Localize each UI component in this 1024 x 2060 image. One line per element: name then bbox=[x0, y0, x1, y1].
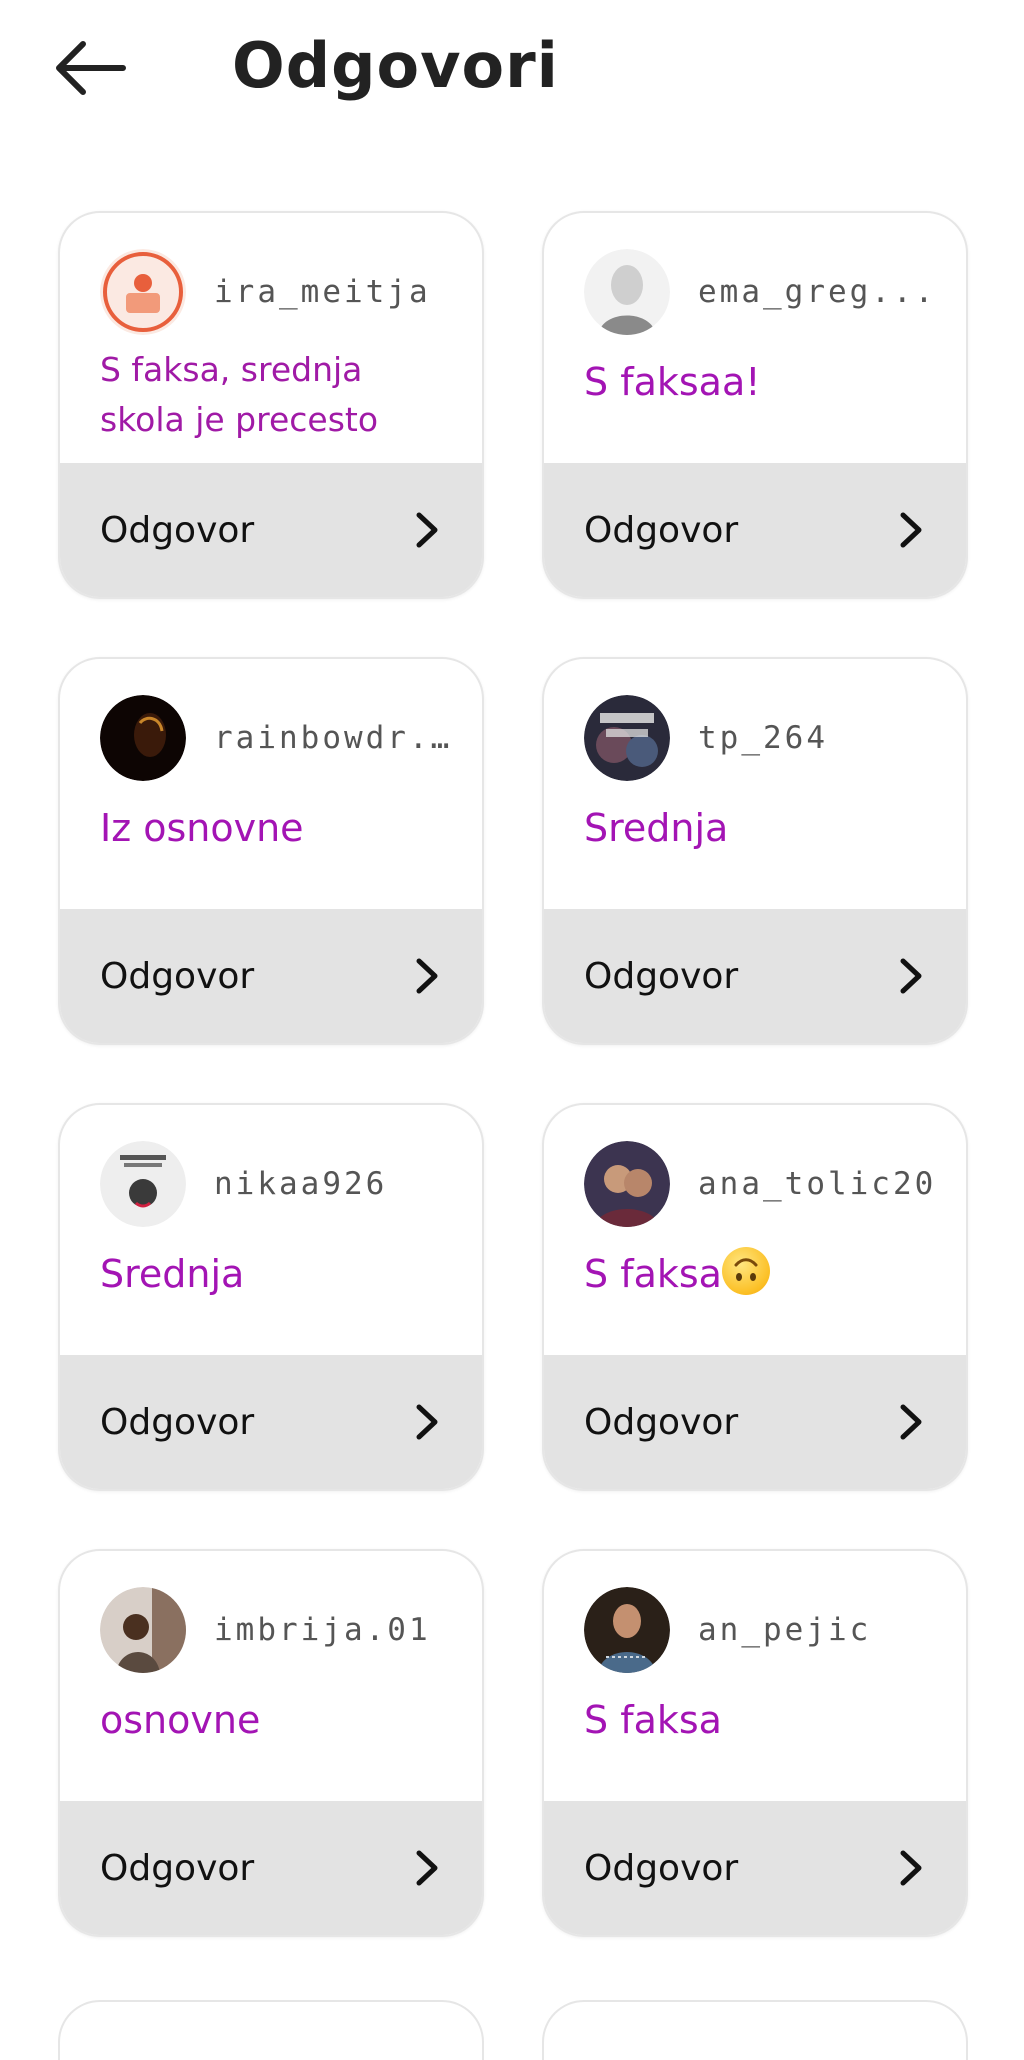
answer-card: ema_greg... S faksaa! Odgovor bbox=[542, 211, 968, 599]
reply-button[interactable]: Odgovor bbox=[544, 1801, 966, 1935]
answer-text: S faksa, srednja skola je precesto bbox=[100, 350, 379, 439]
username[interactable]: ira_meitja bbox=[214, 274, 431, 310]
answer-author[interactable]: tp_264 bbox=[584, 695, 938, 781]
avatar[interactable] bbox=[584, 1587, 670, 1673]
answer-author[interactable]: imbrija.01 bbox=[100, 1587, 454, 1673]
answer-text-content: S faksa bbox=[584, 1252, 722, 1296]
chevron-right-icon bbox=[412, 956, 442, 996]
reply-button[interactable]: Odgovor bbox=[60, 1801, 482, 1935]
answer-card: tp_264 Srednja Odgovor bbox=[542, 657, 968, 1045]
answer-text: Iz osnovne bbox=[100, 806, 304, 850]
reply-button[interactable]: Odgovor bbox=[60, 463, 482, 597]
chevron-right-icon bbox=[896, 1402, 926, 1442]
chevron-right-icon bbox=[896, 956, 926, 996]
answer-content: ema_greg... S faksaa! bbox=[544, 213, 966, 463]
reply-label: Odgovor bbox=[584, 1847, 739, 1889]
answer-text: S faksa bbox=[584, 1698, 722, 1742]
avatar[interactable] bbox=[100, 695, 186, 781]
chevron-right-icon bbox=[896, 510, 926, 550]
reply-label: Odgovor bbox=[584, 1401, 739, 1443]
answer-card: ana_tolic20 S faksa Odgovor bbox=[542, 1103, 968, 1491]
username[interactable]: nikaa926 bbox=[214, 1166, 387, 1202]
reply-button[interactable]: Odgovor bbox=[60, 909, 482, 1043]
answer-text: Srednja bbox=[584, 806, 729, 850]
reply-label: Odgovor bbox=[100, 1401, 255, 1443]
avatar[interactable] bbox=[100, 249, 186, 335]
username[interactable]: ana_tolic20 bbox=[698, 1166, 936, 1202]
reply-label: Odgovor bbox=[100, 955, 255, 997]
chevron-right-icon bbox=[412, 510, 442, 550]
reply-button[interactable]: Odgovor bbox=[60, 1355, 482, 1489]
answer-author[interactable]: ana_tolic20 bbox=[584, 1141, 938, 1227]
answer-card: imbrija.01 osnovne Odgovor bbox=[58, 1549, 484, 1937]
answer-card: an_pejic S faksa Odgovor bbox=[542, 1549, 968, 1937]
answer-author[interactable]: ira_meitja bbox=[100, 249, 454, 335]
reply-label: Odgovor bbox=[584, 955, 739, 997]
answers-grid: ira_meitja S faksa, srednja skola je pre… bbox=[58, 211, 968, 1937]
answer-card-partial bbox=[58, 2000, 484, 2060]
reply-button[interactable]: Odgovor bbox=[544, 1355, 966, 1489]
answer-text: S faksaa! bbox=[584, 360, 761, 404]
avatar[interactable] bbox=[584, 1141, 670, 1227]
avatar[interactable] bbox=[100, 1141, 186, 1227]
answer-card: nikaa926 Srednja Odgovor bbox=[58, 1103, 484, 1491]
avatar[interactable] bbox=[584, 249, 670, 335]
username[interactable]: tp_264 bbox=[698, 720, 828, 756]
answer-content: an_pejic S faksa bbox=[544, 1551, 966, 1801]
arrow-left-icon bbox=[56, 41, 126, 95]
reply-button[interactable]: Odgovor bbox=[544, 463, 966, 597]
reply-label: Odgovor bbox=[584, 509, 739, 551]
username[interactable]: rainbowdr... bbox=[214, 720, 454, 756]
answer-content: rainbowdr... Iz osnovne bbox=[60, 659, 482, 909]
avatar[interactable] bbox=[100, 1587, 186, 1673]
answer-content: ira_meitja S faksa, srednja skola je pre… bbox=[60, 213, 482, 463]
app-header: Odgovori bbox=[0, 0, 1024, 140]
answer-content: nikaa926 Srednja bbox=[60, 1105, 482, 1355]
reply-button[interactable]: Odgovor bbox=[544, 909, 966, 1043]
reply-label: Odgovor bbox=[100, 509, 255, 551]
chevron-right-icon bbox=[412, 1402, 442, 1442]
answer-author[interactable]: an_pejic bbox=[584, 1587, 938, 1673]
answer-content: ana_tolic20 S faksa bbox=[544, 1105, 966, 1355]
avatar[interactable] bbox=[584, 695, 670, 781]
upside-down-face-icon bbox=[721, 1247, 770, 1295]
username[interactable]: ema_greg... bbox=[698, 274, 936, 310]
reply-label: Odgovor bbox=[100, 1847, 255, 1889]
answer-content: tp_264 Srednja bbox=[544, 659, 966, 909]
username[interactable]: imbrija.01 bbox=[214, 1612, 431, 1648]
answer-text: S faksa bbox=[584, 1247, 938, 1301]
answer-author[interactable]: rainbowdr... bbox=[100, 695, 454, 781]
answer-content: imbrija.01 osnovne bbox=[60, 1551, 482, 1801]
back-button[interactable] bbox=[44, 32, 134, 104]
chevron-right-icon bbox=[896, 1848, 926, 1888]
answer-author[interactable]: ema_greg... bbox=[584, 249, 938, 335]
username[interactable]: an_pejic bbox=[698, 1612, 871, 1648]
chevron-right-icon bbox=[412, 1848, 442, 1888]
answer-card-partial bbox=[542, 2000, 968, 2060]
answer-author[interactable]: nikaa926 bbox=[100, 1141, 454, 1227]
answer-text: osnovne bbox=[100, 1698, 261, 1742]
answer-text: Srednja bbox=[100, 1252, 245, 1296]
page-title: Odgovori bbox=[232, 29, 559, 102]
answer-card: ira_meitja S faksa, srednja skola je pre… bbox=[58, 211, 484, 599]
answer-card: rainbowdr... Iz osnovne Odgovor bbox=[58, 657, 484, 1045]
